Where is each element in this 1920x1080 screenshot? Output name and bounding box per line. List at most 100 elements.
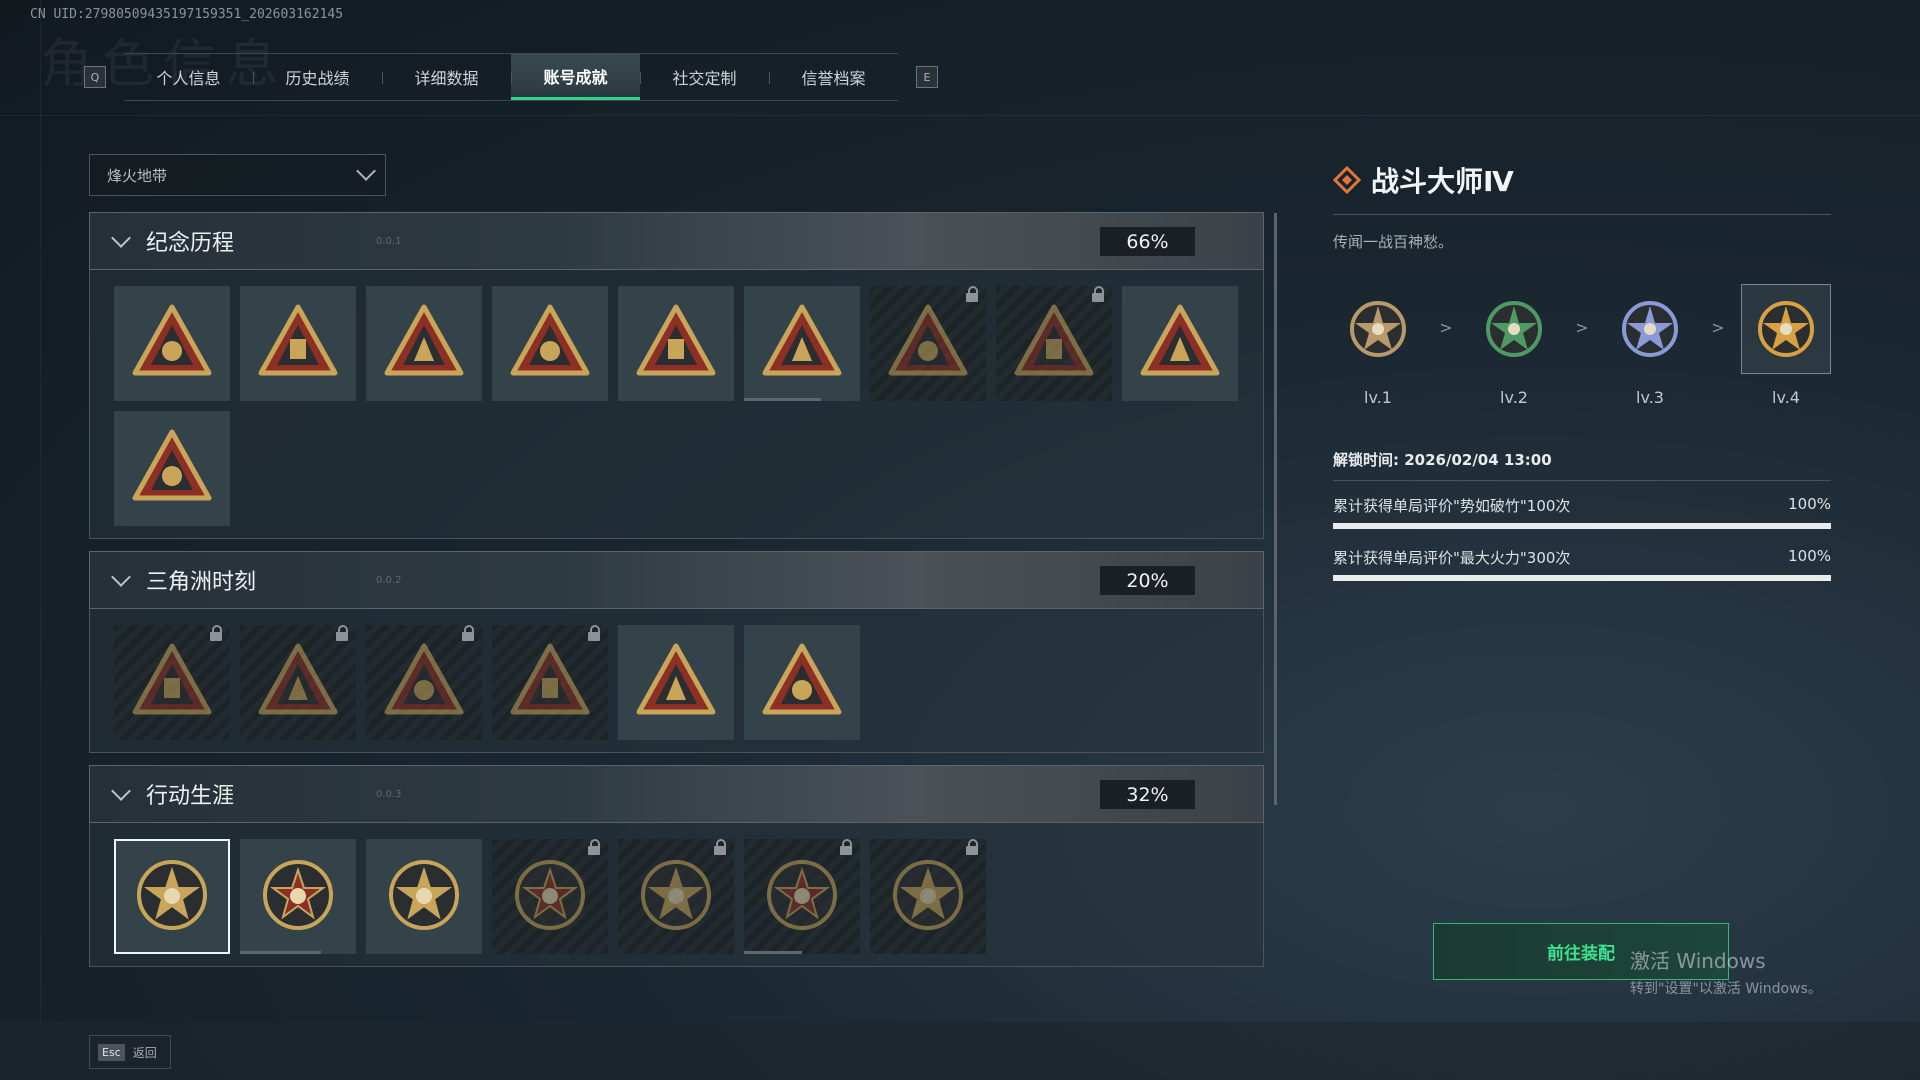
footer-bar [0, 1022, 1920, 1080]
lock-icon [966, 839, 978, 855]
number-one-triangle-emblem-icon [129, 424, 215, 514]
achievement-badge[interactable] [1122, 286, 1238, 401]
chevron-right-icon: > [1575, 318, 1589, 337]
section-header[interactable]: 行动生涯 0.0.3 32% [89, 765, 1264, 823]
tab-1[interactable]: 历史战绩 [253, 54, 382, 100]
lock-icon [588, 625, 600, 641]
achievement-badge[interactable] [996, 286, 1112, 401]
achievement-badge[interactable] [114, 411, 230, 526]
section-code: 0.0.2 [376, 574, 402, 586]
section-header[interactable]: 三角洲时刻 0.0.2 20% [89, 551, 1264, 609]
orb-medal-icon [633, 852, 719, 942]
chevron-down-icon[interactable] [111, 781, 131, 801]
requirement: 累计获得单局评价"最大火力"300次 100% [1333, 547, 1831, 581]
badge-progress-bar [744, 398, 821, 401]
device-triangle-emblem-icon [255, 638, 341, 728]
chevron-right-icon: > [1711, 318, 1725, 337]
next-tab-key[interactable]: E [916, 66, 938, 88]
level-label: lv.2 [1500, 388, 1528, 407]
s7-triangle-emblem-icon [633, 299, 719, 389]
tab-4[interactable]: 社交定制 [640, 54, 769, 100]
prev-tab-key[interactable]: Q [84, 66, 106, 88]
unlock-time: 解锁时间: 2026/02/04 13:00 [1333, 451, 1552, 469]
medal-icon [1741, 284, 1831, 374]
achievement-badge[interactable] [366, 286, 482, 401]
achievement-badge[interactable] [744, 625, 860, 740]
divider [1333, 214, 1831, 215]
chevron-down-icon[interactable] [111, 567, 131, 587]
watermark-line1: 激活 Windows [1630, 949, 1766, 973]
back-label: 返回 [132, 1045, 157, 1060]
watermark-line2: 转到"设置"以激活 Windows。 [1630, 981, 1822, 997]
level-track: lv.1 > lv.2 > lv.3 > lv.4 [1333, 284, 1831, 407]
badge-grid [89, 609, 1264, 753]
achievement-badge[interactable] [618, 625, 734, 740]
gem-shield-medal-icon [507, 852, 593, 942]
level-label: lv.3 [1636, 388, 1664, 407]
achievement-detail: 战斗大师Ⅳ 传闻一战百神愁。 lv.1 > lv.2 > lv.3 > lv.4 解锁时间:… [1333, 160, 1831, 599]
chevron-down-icon[interactable] [111, 228, 131, 248]
level-item[interactable]: lv.1 [1333, 284, 1423, 407]
requirements: 累计获得单局评价"势如破竹"100次 100% 累计获得单局评价"最大火力"300次… [1333, 495, 1831, 581]
mode-select[interactable]: 烽火地带 [89, 154, 386, 196]
lock-icon [588, 839, 600, 855]
mode-select-value: 烽火地带 [107, 166, 168, 185]
achievement-badge[interactable] [114, 625, 230, 740]
lock-icon [336, 625, 348, 641]
detail-title-row: 战斗大师Ⅳ [1333, 160, 1831, 200]
badge-grid [89, 270, 1264, 539]
tab-5[interactable]: 信誉档案 [769, 54, 898, 100]
achievement-badge[interactable] [240, 286, 356, 401]
tab-0[interactable]: 个人信息 [124, 54, 253, 100]
level-item[interactable]: lv.3 [1605, 284, 1695, 407]
achievement-badge[interactable] [366, 625, 482, 740]
achievement-badge[interactable] [366, 839, 482, 954]
requirement-track [1333, 575, 1831, 581]
detail-title: 战斗大师Ⅳ [1371, 165, 1514, 198]
requirement-track [1333, 523, 1831, 529]
section-code: 0.0.1 [376, 235, 402, 247]
section-percent: 32% [1100, 780, 1195, 809]
achievement-badge[interactable] [618, 839, 734, 954]
windows-watermark: 激活 Windows 转到"设置"以激活 Windows。 [1630, 945, 1822, 998]
section-code: 0.0.3 [376, 788, 402, 800]
achievement-badge[interactable] [114, 286, 230, 401]
runner-triangle-emblem-icon [381, 638, 467, 728]
tab-2[interactable]: 详细数据 [382, 54, 511, 100]
chevron-right-icon: > [1439, 318, 1453, 337]
achievement-badge[interactable] [618, 286, 734, 401]
achievement-badge[interactable] [114, 839, 230, 954]
medal-icon [1605, 284, 1695, 374]
winged-star-medal-icon [381, 852, 467, 942]
grid-line [0, 115, 1920, 116]
achievement-badge[interactable] [492, 625, 608, 740]
achievement-badge[interactable] [492, 286, 608, 401]
lock-icon [840, 839, 852, 855]
level-item[interactable]: lv.4 [1741, 284, 1831, 407]
achievement-badge[interactable] [744, 286, 860, 401]
section-title: 纪念历程 [146, 231, 235, 256]
detail-description: 传闻一战百神愁。 [1333, 233, 1454, 251]
helicopter-shield-emblem-icon [255, 299, 341, 389]
lock-icon [462, 625, 474, 641]
achievement-badge[interactable] [240, 839, 356, 954]
chevron-down-icon [356, 161, 376, 181]
diamond-icon [1333, 166, 1361, 194]
level-label: lv.4 [1772, 388, 1800, 407]
scrollbar[interactable] [1274, 213, 1277, 805]
back-button[interactable]: Esc 返回 [89, 1035, 171, 1069]
tab-3[interactable]: 账号成就 [511, 54, 640, 100]
section-header[interactable]: 纪念历程 0.0.1 66% [89, 212, 1264, 270]
achievement-badge[interactable] [240, 625, 356, 740]
achievement-badge[interactable] [744, 839, 860, 954]
achievement-badge[interactable] [870, 286, 986, 401]
level-item[interactable]: lv.2 [1469, 284, 1559, 407]
divider [1333, 480, 1831, 481]
lock-icon [714, 839, 726, 855]
achievement-badge[interactable] [492, 839, 608, 954]
lock-icon [966, 286, 978, 302]
section-title: 三角洲时刻 [146, 570, 257, 595]
badge-progress-bar [744, 951, 802, 954]
lock-icon [210, 625, 222, 641]
achievement-badge[interactable] [870, 839, 986, 954]
